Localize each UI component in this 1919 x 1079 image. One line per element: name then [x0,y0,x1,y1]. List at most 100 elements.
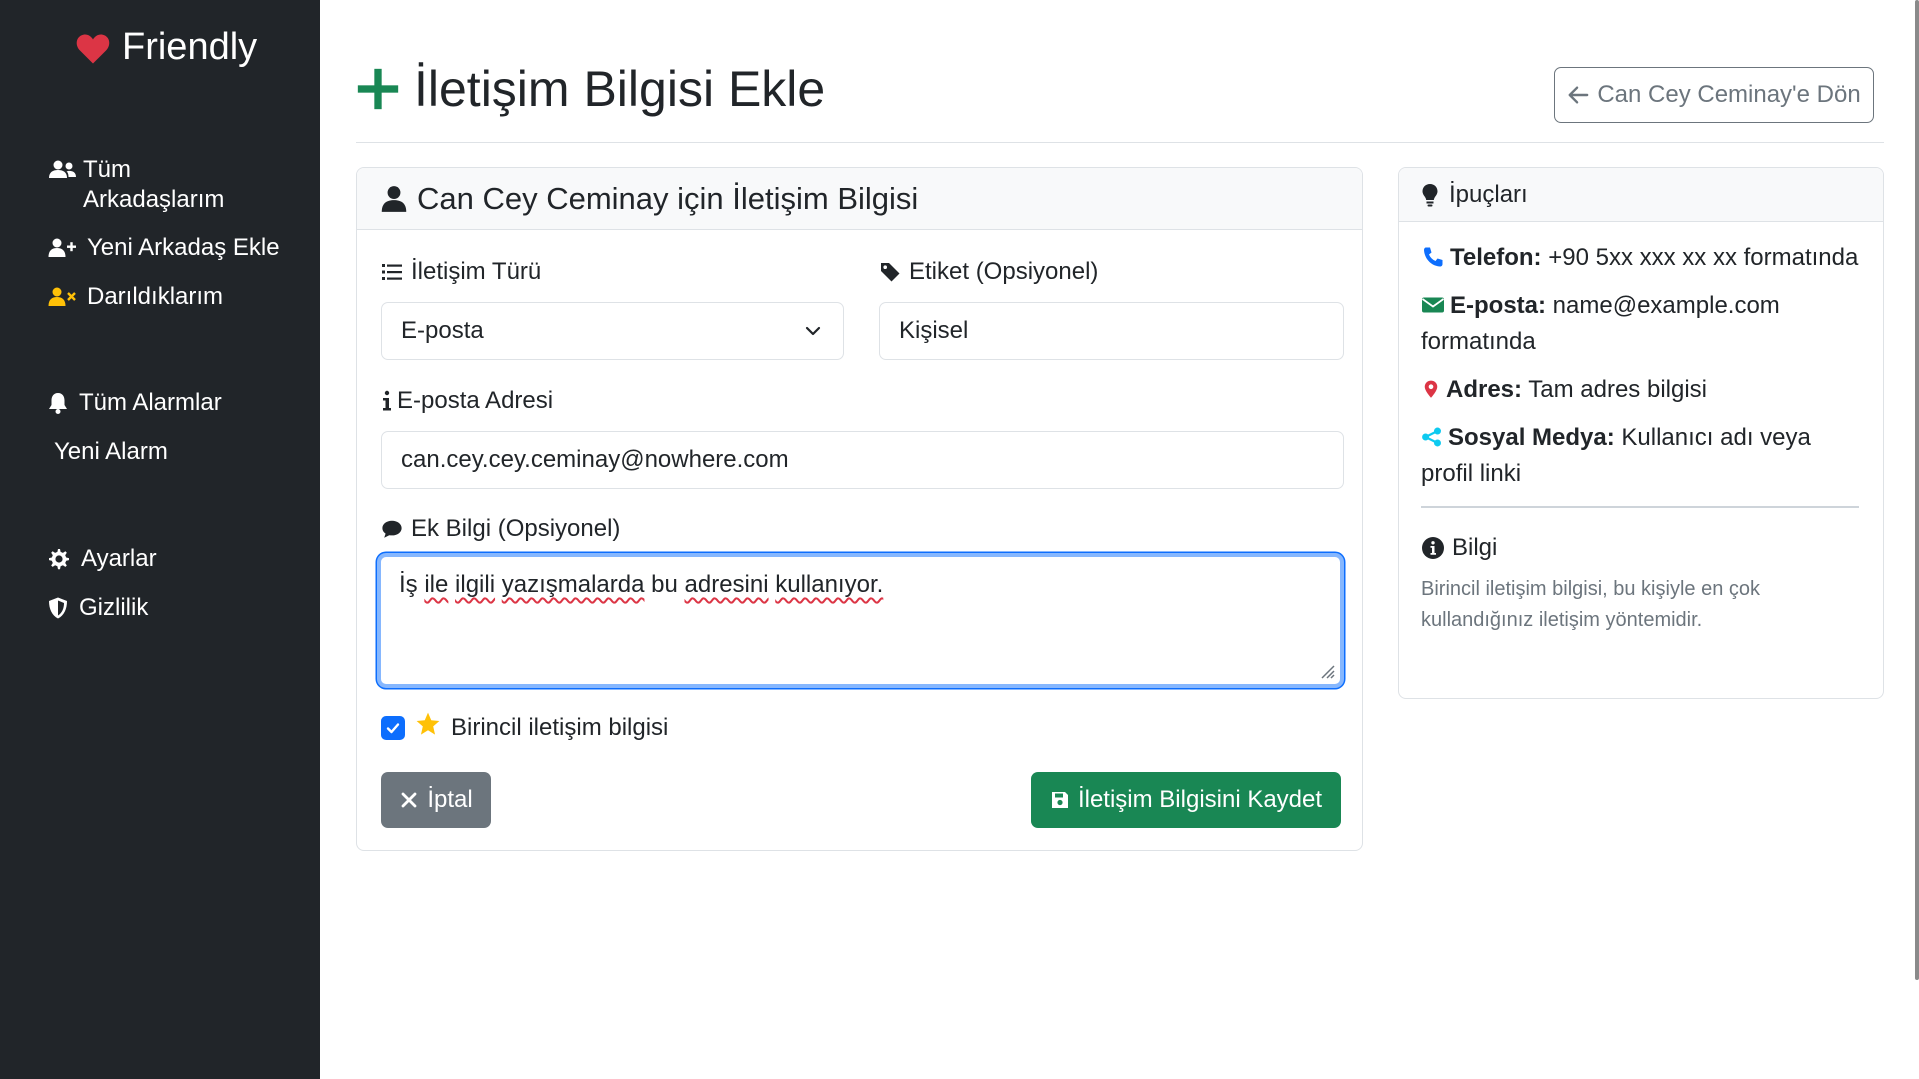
tip-social: Sosyal Medya: Kullanıcı adı veya profil … [1421,420,1865,492]
tip-key: Telefon: [1450,244,1542,271]
contact-type-value: E-posta [401,317,484,344]
tip-key: Sosyal Medya: [1448,424,1615,451]
sidebar-item-all-alarms[interactable]: Tüm Alarmlar [47,385,222,421]
note-word-misspelled: kullanıyor. [775,571,884,598]
sidebar-item-all-friends[interactable]: Tüm Arkadaşlarım [47,152,267,215]
lightbulb-icon [1422,183,1438,206]
tip-key: Adres: [1446,376,1523,403]
tip-phone: Telefon: +90 5xx xxx xx xx formatında [1421,240,1865,276]
tip-text: +90 5xx xxx xx xx formatında [1548,244,1859,271]
tip-email: E-posta: name@example.com formatında [1421,288,1865,360]
contact-type-label-text: İletişim Türü [411,258,542,285]
gear-icon [47,541,75,577]
tips-body: Telefon: +90 5xx xxx xx xx formatında E-… [1421,240,1865,636]
sidebar-item-add-friend[interactable]: Yeni Arkadaş Ekle [47,230,280,266]
resize-grip-icon[interactable] [1316,660,1336,680]
page-scrollbar[interactable] [1915,0,1919,980]
sidebar-item-label: Yeni Arkadaş Ekle [87,234,280,261]
sidebar-item-settings[interactable]: Ayarlar [47,541,157,577]
sidebar-item-privacy[interactable]: Gizlilik [47,590,148,626]
note-label-text: Ek Bilgi (Opsiyonel) [411,515,621,542]
page-title-text: İletişim Bilgisi Ekle [414,61,826,117]
save-button-label: İletişim Bilgisini Kaydet [1077,786,1323,813]
sidebar-item-offended[interactable]: Darıldıklarım [47,279,223,315]
save-icon [1051,792,1068,808]
sidebar-item-label: Gizlilik [79,594,149,621]
tips-divider [1421,506,1859,508]
check-icon [386,722,400,733]
email-value: can.cey.cey.ceminay@nowhere.com [401,446,789,473]
arrow-left-icon [1568,86,1589,104]
header-divider [356,142,1884,143]
main-content: İletişim Bilgisi Ekle Can Cey Ceminay'e … [320,0,1919,1079]
back-button-label: Can Cey Ceminay'e Dön [1597,81,1861,108]
email-label: E-posta Adresi [381,387,553,415]
contact-form-card: Can Cey Ceminay için İletişim Bilgisi İl… [356,167,1363,851]
email-input[interactable]: can.cey.cey.ceminay@nowhere.com [381,431,1344,489]
sidebar-item-label: Yeni Alarm [54,438,168,465]
tips-card-title: İpuçları [1449,180,1528,208]
tip-address: Adres: Tam adres bilgisi [1421,372,1865,408]
primary-contact-label: Birincil iletişim bilgisi [451,713,669,741]
sidebar-item-label: Ayarlar [81,545,157,572]
info-icon [383,390,391,411]
info-title: Bilgi [1421,530,1865,566]
tips-card-header: İpuçları [1399,168,1883,222]
contact-type-select[interactable]: E-posta [381,302,844,360]
phone-icon [1424,247,1443,267]
note-textarea[interactable]: İş ile ilgili yazışmalarda bu adresini k… [377,553,1344,688]
form-card-title: Can Cey Ceminay için İletişim Bilgisi [417,180,919,216]
note-word: İş [399,571,418,598]
brand-name: Friendly [122,26,258,68]
user-icon [381,185,407,212]
primary-contact-checkbox[interactable] [381,715,405,740]
page-title: İletişim Bilgisi Ekle [356,60,825,118]
info-text: Birincil iletişim bilgisi, bu kişiyle en… [1421,577,1760,631]
note-label: Ek Bilgi (Opsiyonel) [381,515,620,543]
tag-label: Etiket (Opsiyonel) [879,258,1098,286]
chevron-down-icon [805,326,821,336]
note-word-misspelled: ilgili [455,571,496,598]
save-button[interactable]: İletişim Bilgisini Kaydet [1031,772,1341,828]
sidebar-item-label: Tüm Alarmlar [79,389,222,416]
contact-type-label: İletişim Türü [381,258,541,286]
bell-icon [47,385,73,421]
tip-text: Tam adres bilgisi [1528,376,1707,403]
heart-icon [76,33,110,63]
user-plus-icon [47,230,81,266]
map-marker-icon [1424,380,1438,398]
note-word-misspelled: adresini [684,571,769,598]
tip-key: E-posta: [1450,292,1546,319]
list-icon [382,264,402,280]
users-icon [47,152,77,188]
plus-icon [357,68,399,110]
tag-value: Kişisel [899,317,969,344]
tag-input[interactable]: Kişisel [879,302,1344,360]
cancel-button-label: İptal [427,786,473,813]
cancel-button[interactable]: İptal [381,772,491,828]
primary-contact-row: Birincil iletişim bilgisi [381,711,668,744]
info-circle-icon [1422,536,1444,559]
star-icon [415,711,441,744]
sidebar: Friendly Tüm Arkadaşlarım Yeni Arkadaş E… [0,0,320,1079]
note-word-misspelled: yazışmalarda [501,571,645,598]
email-label-text: E-posta Adresi [397,387,554,414]
note-word: bu [651,571,678,598]
note-word-misspelled: ile [424,571,449,598]
user-times-icon [47,279,81,315]
sidebar-item-label: Tüm Arkadaşlarım [83,156,225,213]
form-card-header: Can Cey Ceminay için İletişim Bilgisi [357,168,1362,230]
sidebar-item-new-alarm[interactable]: Yeni Alarm [54,434,168,470]
shield-icon [47,590,73,626]
tag-label-text: Etiket (Opsiyonel) [909,258,1099,285]
tips-card: İpuçları Telefon: +90 5xx xxx xx xx form… [1398,167,1884,699]
comment-icon [382,520,402,538]
tag-icon [881,263,900,282]
share-icon [1422,427,1441,447]
sidebar-item-label: Darıldıklarım [87,283,224,310]
close-icon [401,792,417,808]
brand[interactable]: Friendly [74,26,257,69]
info-title-text: Bilgi [1452,533,1498,561]
envelope-icon [1421,297,1445,313]
back-button[interactable]: Can Cey Ceminay'e Dön [1554,67,1874,123]
